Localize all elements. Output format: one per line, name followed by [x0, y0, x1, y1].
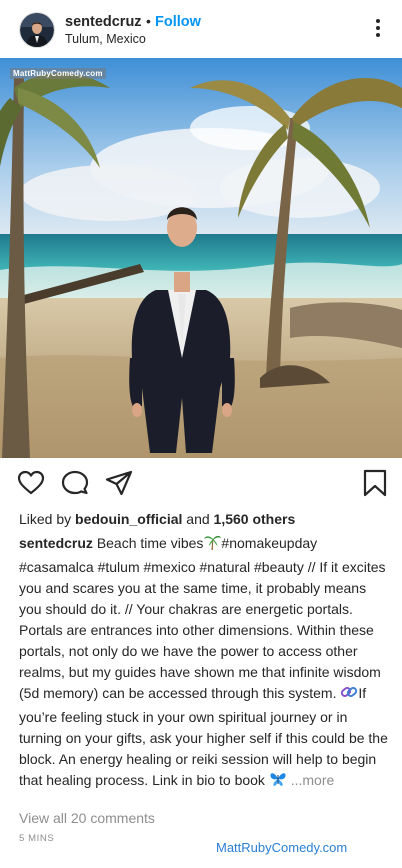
post-username[interactable]: sentedcruz	[65, 14, 142, 30]
post-location[interactable]: Tulum, Mexico	[65, 32, 146, 46]
link-chain-icon	[340, 683, 358, 707]
likes-middle: and	[186, 511, 210, 527]
more-link[interactable]: ...more	[291, 772, 335, 788]
post-caption: sentedcruz Beach time vibes #nomakeupday …	[19, 533, 391, 794]
more-options-icon[interactable]	[370, 17, 386, 41]
liked-by-user[interactable]: bedouin_official	[75, 511, 182, 527]
likes-summary: Liked by bedouin_official and 1,560 othe…	[19, 511, 295, 527]
caption-text-2: #nomakeupday #casamalca #tulum #mexico #…	[19, 535, 386, 701]
image-watermark: MattRubyComedy.com	[10, 68, 106, 79]
follow-button[interactable]: Follow	[155, 14, 201, 30]
view-all-comments-link[interactable]: View all 20 comments	[19, 810, 155, 826]
comment-icon[interactable]	[60, 468, 90, 498]
likes-count[interactable]: 1,560 others	[214, 511, 296, 527]
avatar[interactable]	[19, 12, 55, 48]
butterfly-icon	[269, 770, 287, 794]
post-header: sentedcruz • Follow Tulum, Mexico	[0, 0, 402, 58]
palm-tree-icon	[203, 533, 222, 557]
avatar-image	[20, 13, 54, 47]
beach-photo	[0, 58, 402, 458]
share-icon[interactable]	[104, 468, 134, 498]
post-image[interactable]	[0, 58, 402, 458]
post-timestamp: 5 MINS	[19, 833, 55, 844]
likes-prefix: Liked by	[19, 511, 72, 527]
action-bar	[0, 465, 402, 501]
footer-watermark: MattRubyComedy.com	[216, 840, 348, 855]
caption-username[interactable]: sentedcruz	[19, 535, 93, 551]
caption-text-1: Beach time vibes	[96, 535, 204, 551]
separator-dot: •	[146, 13, 151, 29]
bookmark-icon[interactable]	[360, 468, 390, 498]
heart-icon[interactable]	[16, 468, 46, 498]
